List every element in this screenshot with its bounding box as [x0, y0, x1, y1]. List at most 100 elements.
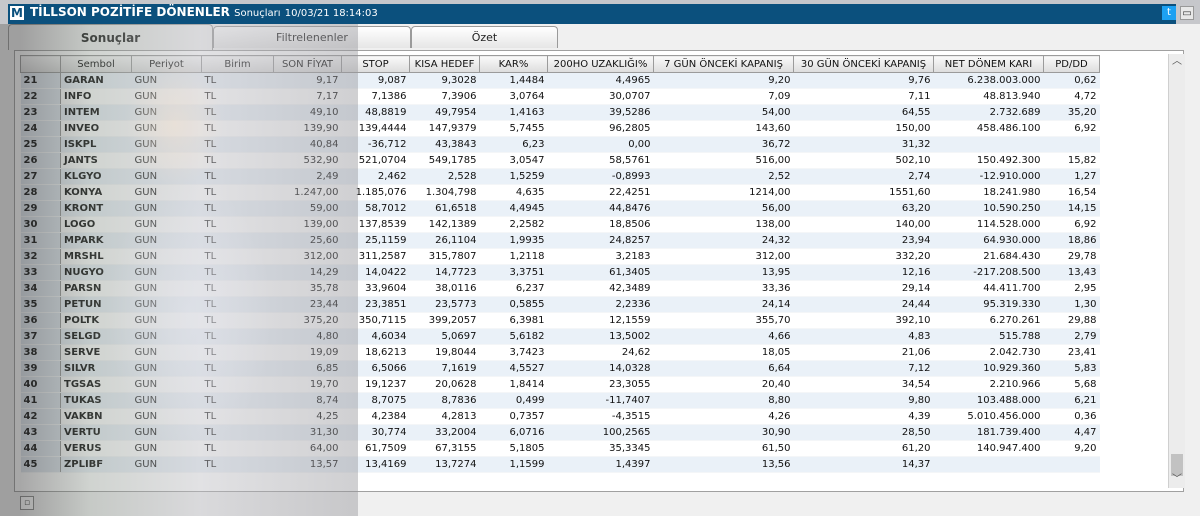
table-cell: 0,36 [1043, 408, 1100, 425]
table-cell: 0,62 [1043, 72, 1100, 89]
column-header[interactable]: KAR% [479, 55, 548, 73]
symbol-cell: KONYA [60, 184, 132, 201]
row-index: 21 [20, 72, 61, 89]
table-cell: 96,2805 [547, 120, 654, 137]
table-row[interactable]: 32 MRSHL GUN TL 312,00 311,2587 315,7807 1,2118… [20, 248, 1100, 265]
table-cell: 25,1159 [341, 232, 410, 249]
column-header[interactable]: 7 GÜN ÖNCEKİ KAPANIŞ [653, 55, 794, 73]
table-cell: 14,37 [793, 456, 934, 473]
table-cell: 4,635 [479, 184, 548, 201]
table-row[interactable]: 23 INTEM GUN TL 49,10 48,8819 49,7954 1,4163 39,… [20, 104, 1100, 121]
table-row[interactable]: 40 TGSAS GUN TL 19,70 19,1237 20,0628 1,8414 23,… [20, 376, 1100, 393]
table-cell: GUN [131, 360, 202, 377]
vertical-scrollbar[interactable]: ︿ ﹀ [1168, 54, 1185, 488]
table-cell: 39,5286 [547, 104, 654, 121]
table-cell: 35,78 [273, 280, 342, 297]
minimize-icon[interactable]: ▭ [1180, 6, 1194, 20]
tab-sonuclar[interactable]: Sonuçlar [8, 24, 213, 50]
table-cell: 140,00 [793, 216, 934, 233]
table-cell: 6,92 [1043, 216, 1100, 233]
column-header[interactable]: KISA HEDEF [409, 55, 480, 73]
chevron-down-icon[interactable]: ﹀ [1169, 472, 1185, 488]
table-row[interactable]: 44 VERUS GUN TL 64,00 61,7509 67,3155 5,1805 35,… [20, 440, 1100, 457]
table-row[interactable]: 37 SELGD GUN TL 4,80 4,6034 5,0697 5,6182 13,500… [20, 328, 1100, 345]
table-cell: 392,10 [793, 312, 934, 329]
table-cell: 28,50 [793, 424, 934, 441]
table-cell: 5,68 [1043, 376, 1100, 393]
table-cell: TL [201, 200, 274, 217]
table-row[interactable]: 25 ISKPL GUN TL 40,84 -36,712 43,3843 6,23 0,00 3… [20, 136, 1100, 153]
table-row[interactable]: 42 VAKBN GUN TL 4,25 4,2384 4,2813 0,7357 -4,351… [20, 408, 1100, 425]
table-cell: 8,74 [273, 392, 342, 409]
table-row[interactable]: 26 JANTS GUN TL 532,90 521,0704 549,1785 3,0547… [20, 152, 1100, 169]
table-row[interactable]: 43 VERTU GUN TL 31,30 30,774 33,2004 6,0716 100,… [20, 424, 1100, 441]
table-cell: 5,6182 [479, 328, 548, 345]
table-cell: 19,70 [273, 376, 342, 393]
column-header[interactable]: Periyot [131, 55, 202, 73]
table-cell: 61,3405 [547, 264, 654, 281]
table-cell: TL [201, 328, 274, 345]
row-index: 43 [20, 424, 61, 441]
table-cell: 24,14 [653, 296, 794, 313]
row-index: 44 [20, 440, 61, 457]
table-row[interactable]: 28 KONYA GUN TL 1.247,00 1.185,076 1.304,798 4,… [20, 184, 1100, 201]
table-row[interactable]: 35 PETUN GUN TL 23,44 23,3851 23,5773 0,5855 2,2… [20, 296, 1100, 313]
table-cell: 29,88 [1043, 312, 1100, 329]
table-cell: 29,14 [793, 280, 934, 297]
table-cell: TL [201, 88, 274, 105]
table-cell: 16,54 [1043, 184, 1100, 201]
row-index: 41 [20, 392, 61, 409]
table-cell: 2.042.730 [933, 344, 1044, 361]
column-header[interactable]: STOP [341, 55, 410, 73]
table-row[interactable]: 33 NUGYO GUN TL 14,29 14,0422 14,7723 3,3751 61,… [20, 264, 1100, 281]
table-cell: TL [201, 376, 274, 393]
tab-filtrelenenler[interactable]: Filtrelenenler [213, 26, 411, 48]
table-cell: 549,1785 [409, 152, 480, 169]
table-cell: -4,3515 [547, 408, 654, 425]
table-cell: 150,00 [793, 120, 934, 137]
tab-ozet[interactable]: Özet [411, 26, 558, 48]
table-row[interactable]: 34 PARSN GUN TL 35,78 33,9604 38,0116 6,237 42,3… [20, 280, 1100, 297]
chevron-up-icon[interactable]: ︿ [1169, 54, 1185, 70]
table-row[interactable]: 36 POLTK GUN TL 375,20 350,7115 399,2057 6,3981… [20, 312, 1100, 329]
table-cell: 4,39 [793, 408, 934, 425]
table-cell: 2,49 [273, 168, 342, 185]
table-cell: 10.590.250 [933, 200, 1044, 217]
table-row[interactable]: 24 INVEO GUN TL 139,90 139,4444 147,9379 5,7455… [20, 120, 1100, 137]
table-row[interactable]: 31 MPARK GUN TL 25,60 25,1159 26,1104 1,9935 24,… [20, 232, 1100, 249]
table-row[interactable]: 41 TUKAS GUN TL 8,74 8,7075 8,7836 0,499 -11,740… [20, 392, 1100, 409]
table-cell: 5,0697 [409, 328, 480, 345]
table-row[interactable]: 39 SILVR GUN TL 6,85 6,5066 7,1619 4,5527 14,032… [20, 360, 1100, 377]
column-header[interactable]: 30 GÜN ÖNCEKİ KAPANIŞ [793, 55, 934, 73]
table-cell: 64.930.000 [933, 232, 1044, 249]
table-cell: 4,80 [273, 328, 342, 345]
column-header-index[interactable] [20, 55, 61, 73]
symbol-cell: VAKBN [60, 408, 132, 425]
table-row[interactable]: 30 LOGO GUN TL 139,00 137,8539 142,1389 2,2582 1… [20, 216, 1100, 233]
table-row[interactable]: 21 GARAN GUN TL 9,17 9,087 9,3028 1,4484 4,4965 9… [20, 72, 1100, 89]
table-cell: 19,09 [273, 344, 342, 361]
table-row[interactable]: 22 INFO GUN TL 7,17 7,1386 7,3906 3,0764 30,0707… [20, 88, 1100, 105]
table-cell: 458.486.100 [933, 120, 1044, 137]
table-cell: 48.813.940 [933, 88, 1044, 105]
table-row[interactable]: 27 KLGYO GUN TL 2,49 2,462 2,528 1,5259 -0,8993 2… [20, 168, 1100, 185]
table-cell: 19,8044 [409, 344, 480, 361]
twitter-icon[interactable]: t [1162, 6, 1176, 20]
table-cell: 312,00 [653, 248, 794, 265]
column-header[interactable]: Birim [201, 55, 274, 73]
table-cell: 4,25 [273, 408, 342, 425]
column-header[interactable]: PD/DD [1043, 55, 1100, 73]
column-header[interactable]: SON FİYAT [273, 55, 342, 73]
table-cell: 23,41 [1043, 344, 1100, 361]
column-header[interactable]: NET DÖNEM KARI [933, 55, 1044, 73]
column-header[interactable]: 200HO UZAKLIĞI% [547, 55, 654, 73]
table-row[interactable]: 38 SERVE GUN TL 19,09 18,6213 19,8044 3,7423 24,… [20, 344, 1100, 361]
table-row[interactable]: 29 KRONT GUN TL 59,00 58,7012 61,6518 4,4945 44,… [20, 200, 1100, 217]
table-cell: 1.185,076 [341, 184, 410, 201]
table-cell: 31,32 [793, 136, 934, 153]
resize-grip-icon[interactable]: ▫ [20, 496, 34, 510]
table-row[interactable]: 45 ZPLIBF GUN TL 13,57 13,4169 13,7274 1,1599 1,… [20, 456, 1100, 473]
results-grid[interactable]: Sembol Periyot Birim SON FİYAT STOP KISA HEDE… [14, 50, 1184, 492]
column-header[interactable]: Sembol [60, 55, 132, 73]
table-cell: TL [201, 392, 274, 409]
